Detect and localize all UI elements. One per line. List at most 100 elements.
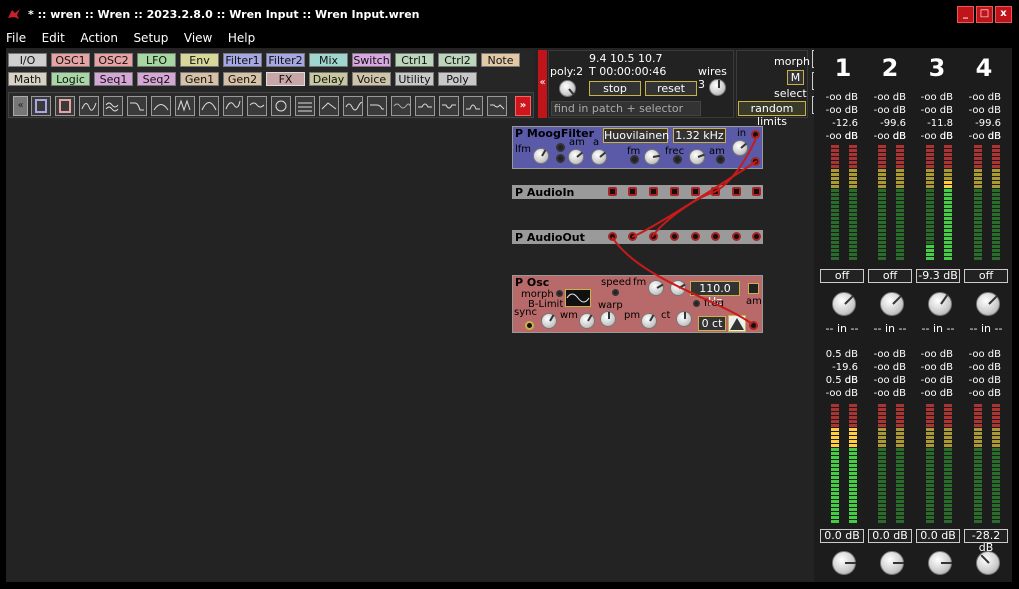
- audio-out-jack-1[interactable]: [608, 232, 617, 241]
- palette-tab-switch[interactable]: Switch: [352, 53, 391, 67]
- wave-shape-icon[interactable]: [728, 315, 746, 332]
- channel-1-mute-button[interactable]: off: [820, 269, 864, 283]
- audio-in-jack-8[interactable]: [752, 187, 761, 196]
- sync-jack[interactable]: [525, 321, 534, 330]
- volume-knob[interactable]: [559, 80, 576, 97]
- palette-tab-env[interactable]: Env: [180, 53, 219, 67]
- maximize-button[interactable]: □: [976, 6, 993, 23]
- channel-1-volume-value[interactable]: 0.0 dB: [820, 529, 864, 543]
- palette-tab-ctrl1[interactable]: Ctrl1: [395, 53, 434, 67]
- channel-3-volume-value[interactable]: 0.0 dB: [916, 529, 960, 543]
- palette-tab-math[interactable]: Math: [8, 72, 47, 86]
- menu-edit[interactable]: Edit: [36, 30, 71, 46]
- audio-out-jack-2[interactable]: [628, 232, 637, 241]
- a-knob[interactable]: [591, 149, 607, 165]
- filter-curve-icon-4[interactable]: [151, 96, 171, 116]
- palette-tab-gen2[interactable]: Gen2: [223, 72, 262, 86]
- channel-4-volume-knob[interactable]: [976, 551, 1000, 575]
- audio-out-jack-3[interactable]: [649, 232, 658, 241]
- cents-display[interactable]: 0 ct: [698, 316, 726, 331]
- audio-out-jack-6[interactable]: [711, 232, 720, 241]
- frec-knob[interactable]: [689, 149, 705, 165]
- fm-knob[interactable]: [644, 149, 661, 165]
- palette-tab-io[interactable]: I/O: [8, 53, 47, 67]
- channel-2-mute-button[interactable]: off: [868, 269, 912, 283]
- speed-knob[interactable]: [670, 280, 686, 296]
- palette-tab-filter2[interactable]: Filter2: [266, 53, 305, 67]
- palette-tab-gen1[interactable]: Gen1: [180, 72, 219, 86]
- filter-curve-icon-12[interactable]: [343, 96, 363, 116]
- out-jack[interactable]: [751, 157, 760, 166]
- audio-in-jack-1[interactable]: [608, 187, 617, 196]
- in-knob[interactable]: [732, 140, 748, 156]
- osc-module[interactable]: P Osc morph B-Limit speed fm 110.0 Hz wa…: [512, 275, 763, 333]
- palette-tab-delay[interactable]: Delay: [309, 72, 348, 86]
- palette-tab-note[interactable]: Note: [481, 53, 520, 67]
- channel-1-gain-knob[interactable]: [832, 292, 856, 316]
- channel-2-gain-knob[interactable]: [880, 292, 904, 316]
- audio-out-jack-7[interactable]: [732, 232, 741, 241]
- input-jack[interactable]: [556, 143, 565, 152]
- palette-tab-filter1[interactable]: Filter1: [223, 53, 262, 67]
- filter-curve-icon-16[interactable]: [439, 96, 459, 116]
- menu-view[interactable]: View: [178, 30, 218, 46]
- channel-4-gain-knob[interactable]: [976, 292, 1000, 316]
- filter-curve-icon-18[interactable]: [487, 96, 507, 116]
- audio-in-jack-5[interactable]: [691, 187, 700, 196]
- menu-file[interactable]: File: [6, 30, 32, 46]
- filter-curve-icon-2[interactable]: [103, 96, 123, 116]
- palette-tab-fx[interactable]: FX: [266, 72, 305, 86]
- scroll-right-button[interactable]: »: [515, 96, 531, 116]
- close-button[interactable]: x: [995, 6, 1012, 23]
- channel-1-volume-knob[interactable]: [832, 551, 856, 575]
- moog-filter-module[interactable]: P MoogFilter Huovilainen 1.32 kHz in lfm…: [512, 126, 763, 169]
- channel-2-volume-knob[interactable]: [880, 551, 904, 575]
- audio-out-jack-5[interactable]: [691, 232, 700, 241]
- audio-out-jack-4[interactable]: [670, 232, 679, 241]
- filter-curve-icon-17[interactable]: [463, 96, 483, 116]
- am-knob[interactable]: [568, 149, 584, 165]
- audio-out-jack-8[interactable]: [752, 232, 761, 241]
- palette-tab-seq2[interactable]: Seq2: [137, 72, 176, 86]
- filter-curve-icon-5[interactable]: [175, 96, 195, 116]
- menu-setup[interactable]: Setup: [127, 30, 174, 46]
- palette-tab-voice[interactable]: Voice: [352, 72, 391, 86]
- fm-jack[interactable]: [630, 155, 639, 164]
- filter-curve-icon-11[interactable]: [319, 96, 339, 116]
- filter-curve-icon-15[interactable]: [415, 96, 435, 116]
- palette-tab-logic[interactable]: Logic: [51, 72, 90, 86]
- osc-out-jack[interactable]: [749, 321, 758, 330]
- filter-curve-icon-8[interactable]: [247, 96, 267, 116]
- reset-button[interactable]: reset: [645, 81, 697, 96]
- filter-curve-icon-1[interactable]: [79, 96, 99, 116]
- input-jack[interactable]: [556, 154, 565, 163]
- minimize-button[interactable]: _: [957, 6, 974, 23]
- menu-help[interactable]: Help: [222, 30, 261, 46]
- filter-curve-icon-14[interactable]: [391, 96, 411, 116]
- freq-jack[interactable]: [693, 300, 700, 307]
- in-jack[interactable]: [751, 130, 760, 139]
- module-icon-2[interactable]: [55, 96, 75, 116]
- warp-amount-knob[interactable]: [600, 311, 616, 327]
- channel-4-volume-value[interactable]: -28.2 dB: [964, 529, 1008, 554]
- channel-3-mute-button[interactable]: -9.3 dB: [916, 269, 960, 283]
- channel-2-volume-value[interactable]: 0.0 dB: [868, 529, 912, 543]
- collapse-palette-button[interactable]: «: [538, 50, 547, 118]
- morph-m-button[interactable]: M: [787, 70, 804, 85]
- palette-tab-seq1[interactable]: Seq1: [94, 72, 133, 86]
- audio-in-jack-6[interactable]: [711, 187, 720, 196]
- filter-curve-icon-10[interactable]: [295, 96, 315, 116]
- audio-in-jack-2[interactable]: [628, 187, 637, 196]
- audio-in-jack-4[interactable]: [670, 187, 679, 196]
- palette-tab-lfo[interactable]: LFO: [137, 53, 176, 67]
- palette-tab-osc1[interactable]: OSC1: [51, 53, 90, 67]
- osc-toggle[interactable]: [748, 283, 759, 294]
- audio-in-jack-7[interactable]: [732, 187, 741, 196]
- palette-tab-poly[interactable]: Poly: [438, 72, 477, 86]
- search-input[interactable]: find in patch + selector: [551, 101, 701, 116]
- palette-tab-utility[interactable]: Utility: [395, 72, 434, 86]
- random-limits-button[interactable]: random limits: [738, 101, 806, 128]
- module-icon-1[interactable]: [31, 96, 51, 116]
- frec-jack[interactable]: [673, 155, 682, 164]
- pm-knob[interactable]: [641, 313, 657, 329]
